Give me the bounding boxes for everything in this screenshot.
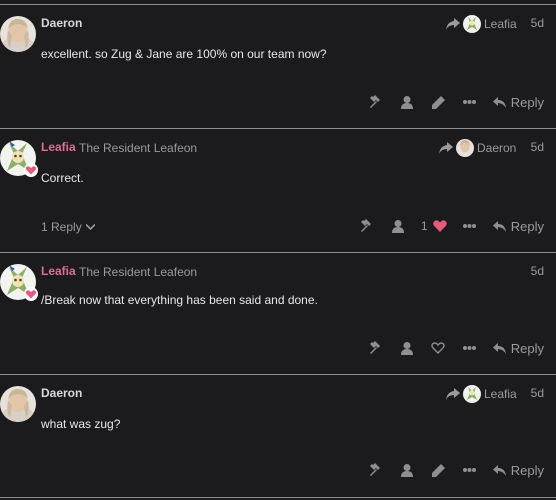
admin-hammer-button[interactable] <box>352 216 383 236</box>
like-button[interactable]: 1 <box>414 219 454 233</box>
post-body: /Break now that everything has been said… <box>41 293 318 307</box>
gavel-icon <box>370 341 381 354</box>
reply-arrow-icon <box>446 388 460 400</box>
post-divider <box>0 252 556 253</box>
user-button[interactable] <box>392 338 423 358</box>
reply-icon <box>492 96 506 108</box>
avatar <box>463 385 481 403</box>
post: Leafia The Resident Leafeon 5d /Break no… <box>0 264 556 372</box>
username[interactable]: Daeron <box>41 16 82 30</box>
avatar <box>456 139 474 157</box>
admin-hammer-button[interactable] <box>361 460 392 480</box>
chevron-down-icon <box>85 224 95 230</box>
post-body: what was zug? <box>41 417 121 431</box>
like-button[interactable] <box>423 338 454 358</box>
more-button[interactable] <box>454 92 485 112</box>
gavel-icon <box>370 463 381 476</box>
post-actions: Reply <box>361 92 544 112</box>
edit-button[interactable] <box>423 460 454 480</box>
post-actions: 1 Reply <box>352 216 544 236</box>
username[interactable]: Leafia <box>41 264 76 278</box>
username[interactable]: Leafia <box>41 140 76 154</box>
gavel-icon <box>361 219 372 232</box>
reply-label: Reply <box>510 462 544 478</box>
reply-arrow-icon <box>439 142 453 154</box>
reply-to-tab[interactable]: Daeron <box>439 137 516 159</box>
post-divider <box>0 374 556 375</box>
gavel-icon <box>370 95 381 108</box>
pencil-icon <box>431 95 445 109</box>
post-divider <box>0 4 556 5</box>
post: Daeron Leafia 5d excellent. so Zug & Jan… <box>0 13 556 126</box>
post: Leafia The Resident Leafeon Daeron 5d Co… <box>0 137 556 250</box>
ellipsis-icon <box>462 224 476 228</box>
reply-arrow-icon <box>446 18 460 30</box>
post-age[interactable]: 5d <box>531 386 544 400</box>
reply-button[interactable]: Reply <box>492 218 544 234</box>
reply-button[interactable]: Reply <box>492 94 544 110</box>
avatar[interactable] <box>0 16 36 52</box>
heart-icon <box>432 220 447 232</box>
reply-label: Reply <box>510 218 544 234</box>
user-button[interactable] <box>383 216 414 236</box>
ellipsis-icon <box>462 100 476 104</box>
more-button[interactable] <box>454 338 485 358</box>
user-icon <box>401 463 414 477</box>
more-button[interactable] <box>454 460 485 480</box>
more-button[interactable] <box>454 216 485 236</box>
pencil-icon <box>431 463 445 477</box>
show-replies-button[interactable]: 1 Reply <box>41 220 95 234</box>
user-button[interactable] <box>392 460 423 480</box>
reply-icon <box>492 464 506 476</box>
reply-to-name: Leafia <box>484 17 517 31</box>
avatar[interactable] <box>0 386 36 422</box>
post-age[interactable]: 5d <box>531 264 544 278</box>
reply-to-tab[interactable]: Leafia <box>446 383 517 405</box>
post-actions: Reply <box>361 338 544 358</box>
post: Daeron Leafia 5d what was zug? Reply <box>0 383 556 496</box>
reply-to-tab[interactable]: Leafia <box>446 13 517 35</box>
heart-outline-icon <box>431 342 445 354</box>
user-title: The Resident Leafeon <box>79 265 198 279</box>
user-icon <box>401 95 414 109</box>
reply-label: Reply <box>510 94 544 110</box>
user-icon <box>392 219 405 233</box>
reply-button[interactable]: Reply <box>492 340 544 356</box>
username[interactable]: Daeron <box>41 386 82 400</box>
like-count: 1 <box>420 219 428 233</box>
edit-button[interactable] <box>423 92 454 112</box>
post-age[interactable]: 5d <box>531 140 544 154</box>
user-icon <box>401 341 414 355</box>
post-body: excellent. so Zug & Jane are 100% on our… <box>41 47 327 61</box>
reply-to-name: Leafia <box>484 387 517 401</box>
ellipsis-icon <box>462 346 476 350</box>
ellipsis-icon <box>462 468 476 472</box>
reply-icon <box>492 220 506 232</box>
replies-count-label: 1 Reply <box>41 220 82 234</box>
user-button[interactable] <box>392 92 423 112</box>
reply-to-name: Daeron <box>477 141 517 155</box>
post-body: Correct. <box>41 171 84 185</box>
post-divider <box>0 497 556 498</box>
admin-hammer-button[interactable] <box>361 92 392 112</box>
reply-button[interactable]: Reply <box>492 462 544 478</box>
user-title: The Resident Leafeon <box>79 141 198 155</box>
avatar <box>463 15 481 33</box>
reply-label: Reply <box>510 340 544 356</box>
reply-icon <box>492 342 506 354</box>
post-age[interactable]: 5d <box>531 16 544 30</box>
heart-badge-icon <box>24 287 38 301</box>
post-divider <box>0 128 556 129</box>
heart-badge-icon <box>24 163 38 177</box>
post-actions: Reply <box>361 460 544 480</box>
admin-hammer-button[interactable] <box>361 338 392 358</box>
